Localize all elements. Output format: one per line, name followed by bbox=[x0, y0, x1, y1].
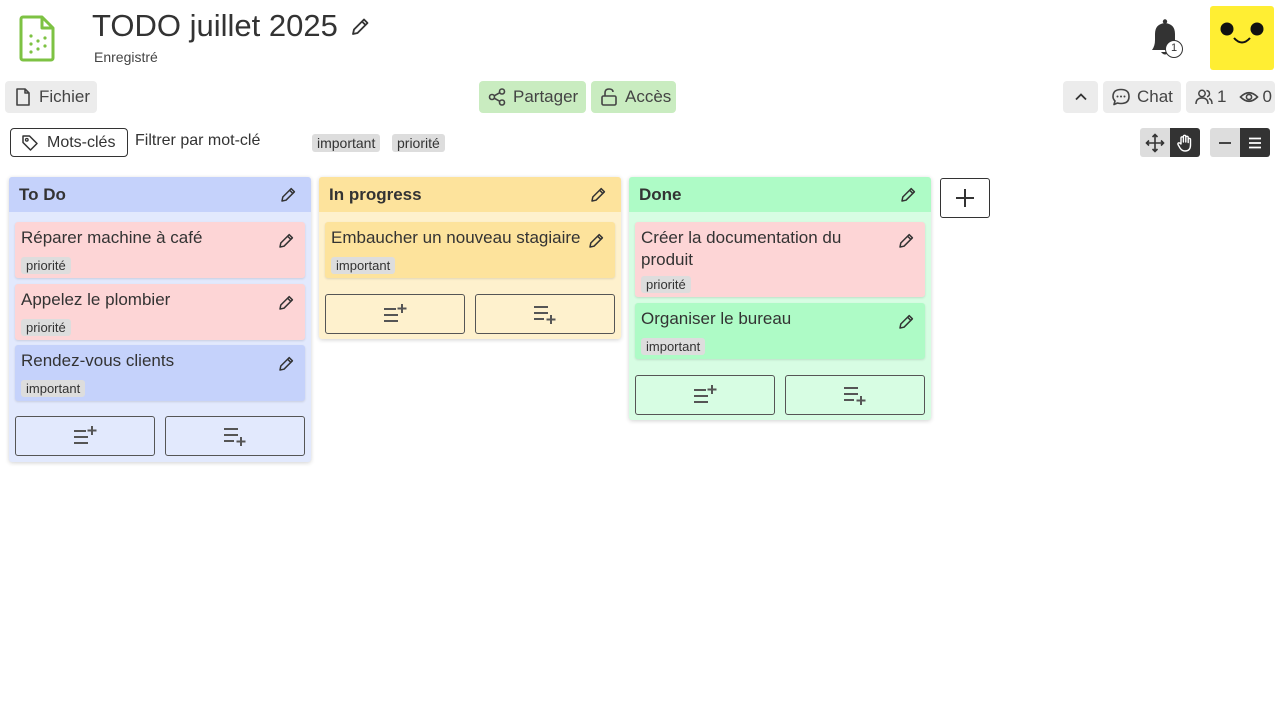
keyword-filter-input[interactable] bbox=[135, 132, 305, 150]
move-tool-button[interactable] bbox=[1140, 128, 1170, 157]
move-arrows-icon bbox=[1145, 132, 1165, 153]
add-to-top-icon bbox=[692, 383, 718, 407]
hand-icon bbox=[1175, 133, 1195, 153]
edit-card-pencil-icon[interactable] bbox=[897, 232, 915, 250]
edit-title-pencil-icon[interactable] bbox=[349, 16, 371, 38]
access-button[interactable]: Accès bbox=[591, 81, 676, 113]
share-icon bbox=[487, 87, 507, 107]
add-to-top-icon bbox=[72, 424, 98, 448]
kanban-app-icon bbox=[18, 14, 58, 62]
edit-card-pencil-icon[interactable] bbox=[587, 232, 605, 250]
card-title: Appelez le plombier bbox=[21, 290, 171, 309]
card-title: Créer la documentation du produit bbox=[641, 228, 842, 269]
chevron-up-icon bbox=[1071, 87, 1091, 107]
edit-column-pencil-icon[interactable] bbox=[589, 186, 607, 204]
file-menu-button[interactable]: Fichier bbox=[5, 81, 97, 113]
card-title: Réparer machine à café bbox=[21, 228, 203, 247]
edit-card-pencil-icon[interactable] bbox=[277, 294, 295, 312]
file-icon bbox=[13, 87, 33, 107]
access-label: Accès bbox=[625, 87, 672, 106]
card[interactable]: Réparer machine à café priorité bbox=[15, 222, 305, 278]
add-column-button[interactable] bbox=[940, 178, 990, 218]
add-to-top-icon bbox=[382, 302, 408, 326]
card-title: Embaucher un nouveau stagiaire bbox=[331, 228, 581, 247]
file-label: Fichier bbox=[39, 87, 91, 106]
users-icon bbox=[1194, 87, 1214, 107]
users-viewers-button[interactable]: 1 0 bbox=[1186, 81, 1275, 113]
card-title: Rendez-vous clients bbox=[21, 351, 175, 370]
card-tag: priorité bbox=[641, 276, 691, 293]
share-label: Partager bbox=[513, 87, 579, 106]
card[interactable]: Rendez-vous clients important bbox=[15, 345, 305, 401]
card-tag: important bbox=[641, 338, 706, 355]
document-title[interactable]: TODO juillet 2025 bbox=[92, 8, 338, 44]
keywords-button[interactable]: Mots-clés bbox=[10, 128, 128, 157]
notification-count-badge: 1 bbox=[1165, 40, 1183, 58]
add-to-bottom-icon bbox=[842, 383, 868, 407]
viewers-count: 0 bbox=[1262, 87, 1272, 106]
compact-view-button[interactable] bbox=[1210, 128, 1240, 157]
card-tag: priorité bbox=[21, 319, 71, 336]
minus-icon bbox=[1215, 133, 1235, 153]
tag-icon bbox=[21, 134, 39, 152]
add-card-top-button[interactable] bbox=[635, 375, 775, 415]
eye-icon bbox=[1239, 87, 1260, 107]
column-in-progress: In progress Embaucher un nouveau stagiai… bbox=[319, 177, 621, 339]
card-tag: priorité bbox=[21, 257, 71, 274]
column-title: To Do bbox=[19, 184, 66, 204]
column-header[interactable]: Done bbox=[629, 177, 931, 212]
chat-label: Chat bbox=[1137, 87, 1173, 106]
edit-card-pencil-icon[interactable] bbox=[897, 313, 915, 331]
column-done: Done Créer la documentation du produit p… bbox=[629, 177, 931, 420]
add-card-top-button[interactable] bbox=[325, 294, 465, 334]
card[interactable]: Organiser le bureau important bbox=[635, 303, 925, 359]
chat-button[interactable]: Chat bbox=[1103, 81, 1181, 113]
filter-tag-priority[interactable]: priorité bbox=[392, 134, 445, 152]
save-status: Enregistré bbox=[94, 49, 158, 65]
keywords-label: Mots-clés bbox=[47, 133, 116, 151]
card[interactable]: Créer la documentation du produit priori… bbox=[635, 222, 925, 297]
share-button[interactable]: Partager bbox=[479, 81, 586, 113]
expanded-view-button[interactable] bbox=[1240, 128, 1270, 157]
card-tag: important bbox=[331, 257, 396, 274]
add-to-bottom-icon bbox=[532, 302, 558, 326]
column-title: In progress bbox=[329, 184, 422, 204]
card[interactable]: Embaucher un nouveau stagiaire important bbox=[325, 222, 615, 278]
user-avatar[interactable] bbox=[1210, 6, 1274, 70]
card[interactable]: Appelez le plombier priorité bbox=[15, 284, 305, 340]
edit-column-pencil-icon[interactable] bbox=[899, 186, 917, 204]
add-card-bottom-button[interactable] bbox=[785, 375, 925, 415]
column-todo: To Do Réparer machine à café priorité Ap… bbox=[9, 177, 311, 462]
column-title: Done bbox=[639, 184, 682, 204]
add-card-bottom-button[interactable] bbox=[475, 294, 615, 334]
card-tag: important bbox=[21, 380, 86, 397]
card-title: Organiser le bureau bbox=[641, 309, 792, 328]
edit-card-pencil-icon[interactable] bbox=[277, 232, 295, 250]
edit-column-pencil-icon[interactable] bbox=[279, 186, 297, 204]
filter-tag-important[interactable]: important bbox=[312, 134, 381, 152]
add-card-top-button[interactable] bbox=[15, 416, 155, 456]
edit-card-pencil-icon[interactable] bbox=[277, 355, 295, 373]
chat-bubble-icon bbox=[1111, 87, 1131, 107]
unlock-icon bbox=[599, 87, 619, 107]
add-card-bottom-button[interactable] bbox=[165, 416, 305, 456]
users-count: 1 bbox=[1217, 87, 1227, 106]
collapse-toolbar-button[interactable] bbox=[1063, 81, 1098, 113]
column-header[interactable]: In progress bbox=[319, 177, 621, 212]
column-header[interactable]: To Do bbox=[9, 177, 311, 212]
notifications-bell-icon[interactable]: 1 bbox=[1145, 16, 1187, 60]
plus-icon bbox=[954, 187, 976, 209]
add-to-bottom-icon bbox=[222, 424, 248, 448]
menu-lines-icon bbox=[1245, 133, 1265, 153]
hand-tool-button[interactable] bbox=[1170, 128, 1200, 157]
